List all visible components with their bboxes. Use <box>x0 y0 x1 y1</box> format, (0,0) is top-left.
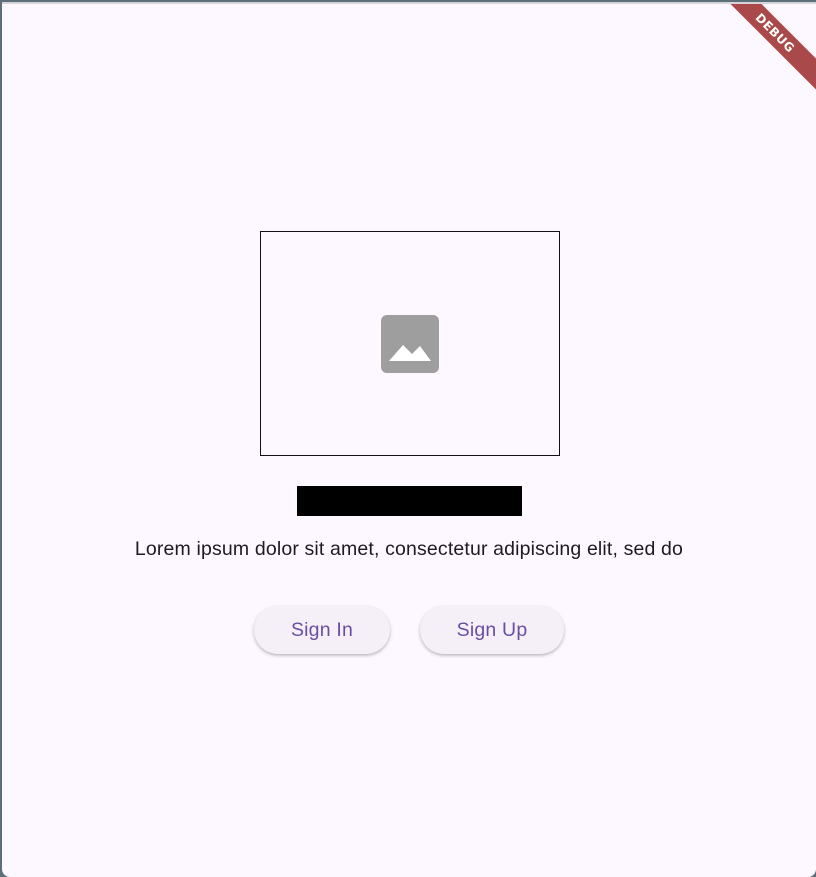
debug-banner: DEBUG <box>716 4 816 104</box>
sign-up-button[interactable]: Sign Up <box>420 606 564 654</box>
sign-in-button[interactable]: Sign In <box>254 606 390 654</box>
image-icon <box>381 314 439 373</box>
title-redacted <box>297 486 522 516</box>
image-placeholder <box>260 231 560 456</box>
action-buttons: Sign In Sign Up <box>2 606 816 654</box>
debug-banner-label: DEBUG <box>716 4 816 94</box>
app-window: Lorem ipsum dolor sit amet, consectetur … <box>2 2 816 877</box>
description-text: Lorem ipsum dolor sit amet, consectetur … <box>134 538 684 560</box>
